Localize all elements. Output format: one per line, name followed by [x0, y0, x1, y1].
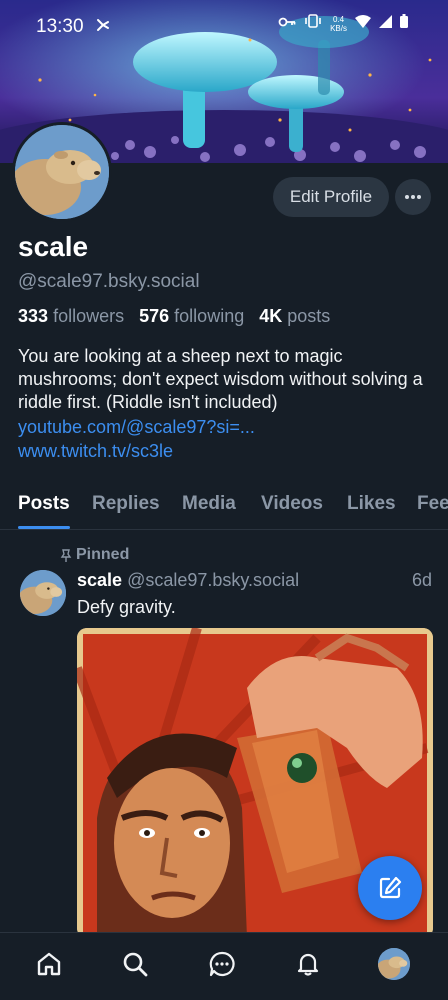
network-speed: 0.4 KB/s — [330, 14, 347, 33]
status-bar: 13:30 0.4 KB/s — [0, 0, 448, 52]
display-name: scale — [18, 231, 89, 262]
search-icon[interactable] — [120, 949, 150, 979]
status-time: 13:30 — [36, 16, 84, 37]
vibrate-icon — [304, 14, 322, 33]
profile-handle: @scale97.bsky.social — [18, 271, 200, 292]
post-timestamp[interactable]: 6d — [412, 570, 432, 591]
followers-link[interactable]: 333 followers — [18, 306, 124, 326]
home-icon[interactable] — [34, 949, 64, 979]
tab-feeds[interactable]: Feeds — [417, 493, 448, 515]
following-link[interactable]: 576 following — [139, 306, 244, 326]
profile-avatar[interactable] — [12, 122, 112, 222]
edit-profile-button[interactable]: Edit Profile — [273, 177, 389, 217]
bottom-navigation — [0, 932, 448, 1000]
more-icon — [405, 195, 421, 199]
battery-icon — [400, 14, 408, 33]
signal-icon — [379, 14, 392, 33]
chat-icon[interactable] — [207, 949, 237, 979]
key-icon — [278, 15, 296, 33]
bell-icon[interactable] — [293, 949, 323, 979]
compose-icon — [379, 876, 402, 899]
profile-tabs: Posts Replies Media Videos Likes Feeds — [0, 480, 448, 530]
post-text: Defy gravity. — [77, 597, 176, 617]
post-author-name[interactable]: scale — [77, 570, 122, 590]
pin-icon — [60, 548, 72, 562]
pinned-label: Pinned — [76, 546, 130, 563]
tab-likes[interactable]: Likes — [347, 493, 396, 515]
profile-avatar-nav[interactable] — [378, 948, 410, 980]
notification-app-icon — [96, 18, 110, 37]
more-options-button[interactable] — [395, 179, 431, 215]
post-header: scale @scale97.bsky.social — [77, 570, 299, 591]
tab-media[interactable]: Media — [182, 493, 236, 515]
post-author-handle[interactable]: @scale97.bsky.social — [127, 570, 299, 590]
compose-button[interactable] — [358, 856, 422, 920]
posts-count: 4K posts — [259, 306, 331, 326]
pinned-indicator: Pinned — [60, 546, 129, 564]
youtube-link[interactable]: youtube.com/@scale97?si=... — [18, 417, 255, 438]
profile-bio: You are looking at a sheep next to magic… — [18, 346, 423, 412]
tab-videos[interactable]: Videos — [261, 493, 323, 515]
tab-replies[interactable]: Replies — [92, 493, 160, 515]
tab-posts[interactable]: Posts — [18, 493, 70, 515]
post-author-avatar[interactable] — [20, 570, 66, 616]
twitch-link[interactable]: www.twitch.tv/sc3le — [18, 441, 173, 462]
profile-stats: 333 followers 576 following 4K posts — [18, 306, 330, 327]
active-tab-indicator — [18, 526, 70, 529]
wifi-icon — [355, 14, 371, 33]
